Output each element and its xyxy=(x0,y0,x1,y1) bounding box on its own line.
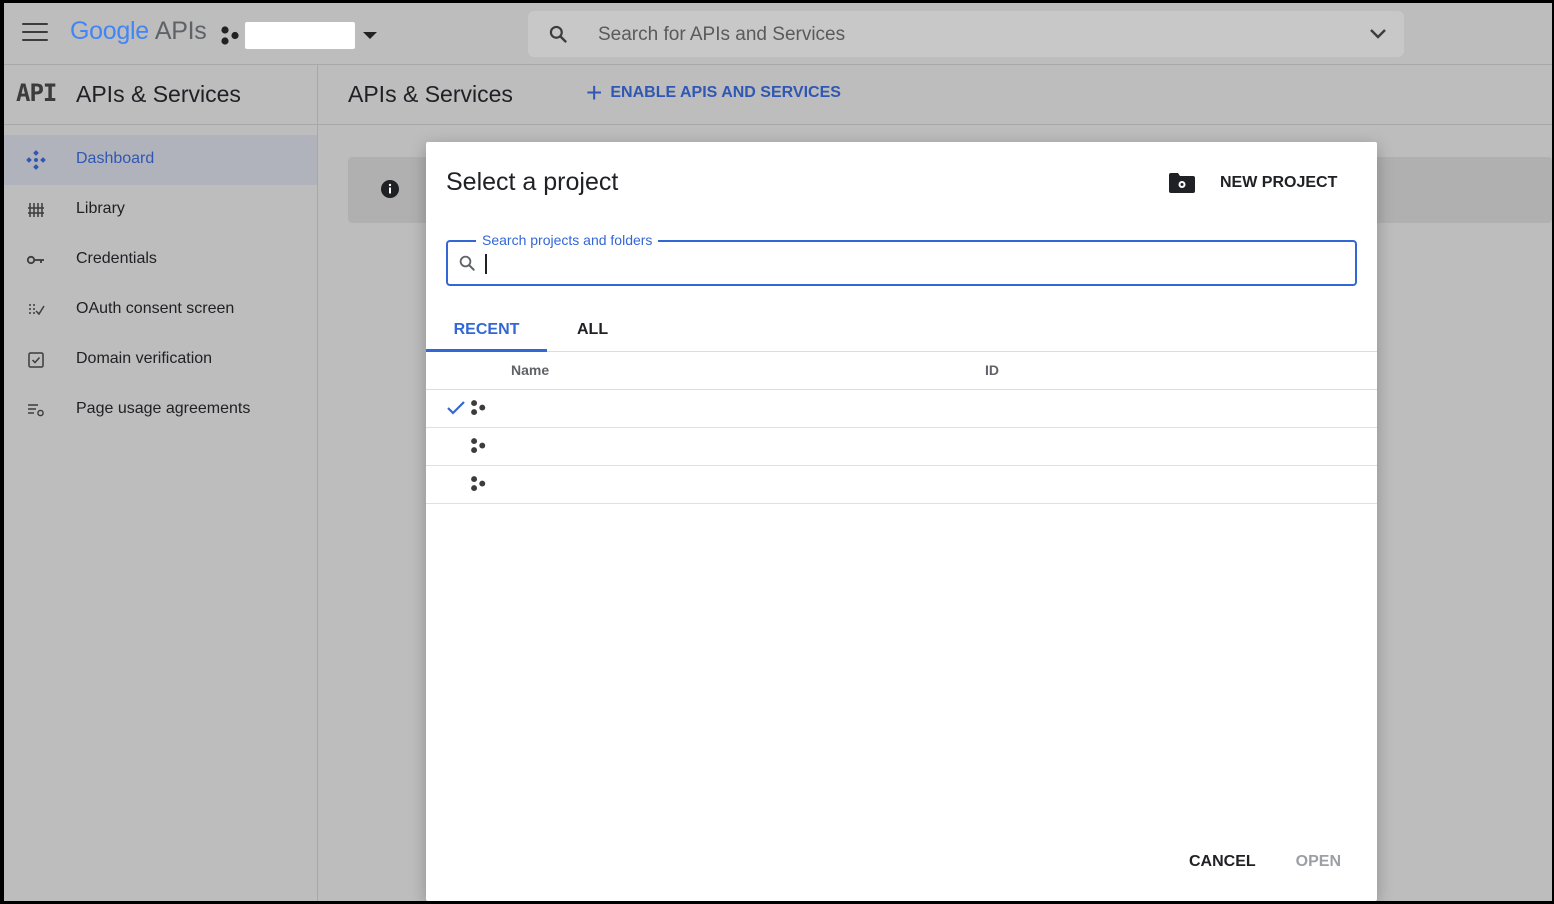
checkbox-icon xyxy=(28,352,44,368)
new-project-label: NEW PROJECT xyxy=(1220,174,1338,191)
page-title: APIs & Services xyxy=(348,81,513,107)
project-icon xyxy=(471,400,486,416)
sidebar-item-oauth-consent[interactable]: OAuth consent screen xyxy=(4,285,317,335)
new-folder-icon xyxy=(1169,173,1195,193)
app-frame: Google APIs Search for APIs and Services … xyxy=(4,3,1552,901)
search-icon xyxy=(459,255,475,271)
library-icon xyxy=(28,203,44,217)
text-cursor xyxy=(485,254,487,274)
sidebar-item-label: OAuth consent screen xyxy=(76,300,235,317)
table-row[interactable] xyxy=(426,466,1377,504)
column-header-name[interactable]: Name xyxy=(511,362,549,378)
project-tabs: RECENT ALL xyxy=(426,308,1377,352)
tab-all[interactable]: ALL xyxy=(577,316,608,352)
cancel-button[interactable]: CANCEL xyxy=(1189,853,1256,871)
top-bar: Google APIs Search for APIs and Services xyxy=(4,3,1552,65)
api-logo: API xyxy=(16,79,57,107)
api-search-bar[interactable]: Search for APIs and Services xyxy=(528,11,1404,57)
dialog-title: Select a project xyxy=(446,168,619,196)
project-icon[interactable] xyxy=(220,25,242,47)
table-header: Name ID xyxy=(426,352,1377,390)
project-search-input[interactable] xyxy=(482,250,1342,276)
project-table: Name ID xyxy=(426,352,1377,504)
settings-list-icon xyxy=(28,404,44,417)
table-row[interactable] xyxy=(426,390,1377,428)
logo-apis: APIs xyxy=(154,17,207,45)
table-row[interactable] xyxy=(426,428,1377,466)
tab-recent[interactable]: RECENT xyxy=(426,316,547,352)
project-icon xyxy=(471,476,486,492)
column-header-id[interactable]: ID xyxy=(985,362,999,378)
sidebar-header: API APIs & Services xyxy=(4,65,317,125)
sidebar-item-page-usage[interactable]: Page usage agreements xyxy=(4,385,317,435)
open-button[interactable]: OPEN xyxy=(1296,853,1341,871)
info-icon xyxy=(381,180,399,198)
new-project-button[interactable]: NEW PROJECT xyxy=(1168,172,1337,194)
sidebar-nav: Dashboard Library Credentials OAuth cons… xyxy=(4,125,317,435)
select-project-dialog: Select a project NEW PROJECT Search proj… xyxy=(426,142,1377,901)
menu-icon[interactable] xyxy=(22,23,48,45)
google-apis-logo[interactable]: Google APIs xyxy=(70,17,207,46)
sidebar-item-label: Page usage agreements xyxy=(76,400,251,417)
main-header: APIs & Services + ENABLE APIS AND SERVIC… xyxy=(318,65,1552,125)
project-selector[interactable] xyxy=(245,22,355,49)
enable-apis-button[interactable]: + ENABLE APIS AND SERVICES xyxy=(586,77,841,108)
sidebar-item-label: Domain verification xyxy=(76,350,213,367)
sidebar-item-label: Library xyxy=(76,200,125,217)
sidebar-item-library[interactable]: Library xyxy=(4,185,317,235)
consent-icon xyxy=(29,304,45,316)
sidebar-item-label: Credentials xyxy=(76,250,157,267)
search-icon xyxy=(549,25,567,43)
sidebar-item-dashboard[interactable]: Dashboard xyxy=(4,135,317,185)
dialog-actions: CANCEL OPEN xyxy=(1189,853,1341,871)
project-search-field[interactable]: Search projects and folders xyxy=(446,232,1357,286)
check-icon xyxy=(447,401,465,415)
sidebar-item-domain-verification[interactable]: Domain verification xyxy=(4,335,317,385)
enable-apis-label: ENABLE APIS AND SERVICES xyxy=(610,84,841,101)
project-icon xyxy=(471,438,486,454)
dashboard-icon xyxy=(26,150,46,170)
sidebar-item-label: Dashboard xyxy=(76,150,155,167)
search-field-label: Search projects and folders xyxy=(476,232,659,248)
sidebar-item-credentials[interactable]: Credentials xyxy=(4,235,317,285)
chevron-down-icon[interactable] xyxy=(1368,26,1388,42)
project-dropdown-icon[interactable] xyxy=(363,32,377,39)
key-icon xyxy=(26,255,44,265)
search-placeholder: Search for APIs and Services xyxy=(598,24,846,45)
sidebar: API APIs & Services Dashboard Library Cr… xyxy=(4,65,318,901)
logo-google: Google xyxy=(70,17,149,45)
sidebar-title: APIs & Services xyxy=(76,81,241,107)
plus-icon: + xyxy=(586,77,603,108)
